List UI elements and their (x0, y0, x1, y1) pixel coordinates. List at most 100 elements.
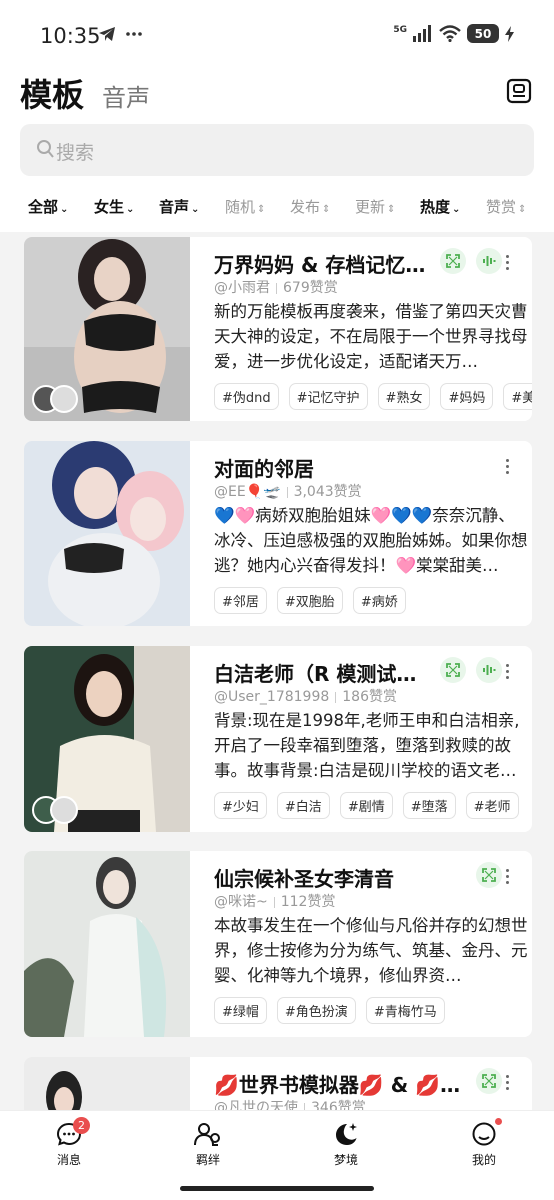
collaborator-avatars (32, 796, 78, 824)
search-placeholder: 搜索 (56, 142, 95, 164)
card-meta: @咪诺~ 112赞赏 (214, 891, 335, 911)
expand-badge[interactable] (476, 862, 502, 888)
filter-label: 热度 (420, 198, 451, 216)
tag[interactable]: #绿帽 (214, 997, 267, 1024)
tag[interactable]: #邻居 (214, 587, 267, 614)
author[interactable]: @User_1781998 (214, 689, 329, 705)
tag[interactable]: #美母 (503, 383, 532, 410)
sort-publish[interactable]: 发布 ⇕ (290, 196, 330, 217)
expand-badge[interactable] (440, 248, 466, 274)
likes: 679赞赏 (283, 280, 338, 296)
tag[interactable]: #堕落 (402, 792, 456, 819)
template-card[interactable]: 💋世界书模拟器💋 & 💋世… @凡世の天使 346赞赏 (24, 1057, 532, 1117)
template-card[interactable]: 白洁老师（R 模测试版… @User_1781998 186赞赏 背景:现在是19… (24, 646, 532, 832)
card-title: 💋世界书模拟器💋 & 💋世… (214, 1073, 474, 1097)
notification-dot (495, 1118, 502, 1125)
card-description: 💙🩷病娇双胞胎姐妹🩷💙💙奈奈沉静、冰冷、压迫感极强的双胞胎姊姊。如果你想逃？她内… (214, 506, 528, 575)
audio-wave-icon (483, 665, 496, 675)
expand-icon (482, 1074, 496, 1088)
template-manage-icon[interactable] (506, 78, 532, 104)
nav-messages[interactable]: 2 消息 (29, 1117, 109, 1168)
tag-list: #伪dnd #记忆守护 #熟女 #妈妈 #美母 (214, 383, 532, 410)
filter-label: 女生 (94, 198, 125, 216)
more-options-icon[interactable] (506, 255, 510, 271)
avatar (50, 796, 78, 824)
filter-label: 发布 (290, 198, 321, 216)
more-options-icon[interactable] (506, 869, 510, 885)
tag[interactable]: #角色扮演 (276, 997, 356, 1024)
card-thumbnail (24, 646, 190, 832)
tag[interactable]: #老师 (465, 792, 519, 819)
tag[interactable]: #病娇 (352, 587, 406, 614)
author[interactable]: @小雨君 (214, 280, 270, 296)
expand-badge[interactable] (476, 1068, 502, 1094)
card-meta: @User_1781998 186赞赏 (214, 686, 397, 706)
sort-icon: ⇕ (257, 204, 266, 215)
wifi-icon (439, 25, 461, 42)
author[interactable]: @EE🎈🛫 (214, 484, 281, 500)
more-options-icon[interactable] (506, 1075, 510, 1091)
tag[interactable]: #熟女 (377, 383, 431, 410)
card-body: 万界妈妈 & 存档记忆机… @小雨君 679赞赏 新的万能模板再度袭来，借鉴了第四… (190, 237, 532, 421)
template-card[interactable]: 对面的邻居 @EE🎈🛫 3,043赞赏 💙🩷病娇双胞胎姐妹🩷💙💙奈奈沉静、冰冷、压… (24, 441, 532, 626)
battery-icon: 50 (467, 24, 499, 43)
more-options-icon[interactable] (506, 459, 510, 475)
signal-icon (413, 25, 431, 42)
sort-icon: ⇕ (387, 204, 396, 215)
tag[interactable]: #伪dnd (214, 383, 279, 410)
expand-badge[interactable] (440, 657, 466, 683)
card-description: 本故事发生在一个修仙与凡俗并存的幻想世界，修士按修为分为练气、筑基、金丹、元婴、… (214, 916, 528, 985)
more-dots-icon (126, 32, 142, 36)
filter-audio[interactable]: 音声 ⌄ (159, 196, 199, 217)
search-input[interactable]: 搜索 (20, 124, 534, 176)
card-meta: @EE🎈🛫 3,043赞赏 (214, 481, 362, 501)
nav-dream[interactable]: 梦境 (306, 1121, 386, 1168)
telegram-icon (99, 27, 115, 41)
sort-reward[interactable]: 赞赏 ⇕ (486, 196, 526, 217)
divider (335, 691, 337, 703)
nav-bond[interactable]: 羁绊 (168, 1121, 248, 1168)
filter-gender[interactable]: 女生 ⌄ (94, 196, 134, 217)
audio-badge[interactable] (476, 657, 502, 683)
audio-badge[interactable] (476, 248, 502, 274)
chevron-down-icon: ⌄ (191, 204, 200, 215)
nav-me[interactable]: 我的 (444, 1118, 524, 1168)
likes: 3,043赞赏 (293, 484, 362, 500)
tag[interactable]: #白洁 (276, 792, 330, 819)
card-title: 白洁老师（R 模测试版… (214, 662, 436, 686)
tag[interactable]: #青梅竹马 (365, 997, 445, 1024)
author[interactable]: @咪诺~ (214, 894, 268, 910)
thumbnail-image (24, 441, 190, 626)
sort-hot[interactable]: 热度 ⌄ (420, 196, 460, 217)
status-right: 5G 50 (393, 24, 514, 43)
tag[interactable]: #双胞胎 (276, 587, 343, 614)
unread-badge: 2 (73, 1117, 90, 1134)
profile-icon (472, 1122, 496, 1146)
thumbnail-image (24, 851, 190, 1037)
tag[interactable]: #剧情 (339, 792, 393, 819)
card-thumbnail (24, 441, 190, 626)
likes: 112赞赏 (280, 894, 336, 910)
tab-audio[interactable]: 音声 (102, 78, 150, 113)
sort-random[interactable]: 随机 ⇕ (225, 196, 265, 217)
tag-list: #邻居 #双胞胎 #病娇 (214, 587, 406, 614)
filter-all[interactable]: 全部 ⌄ (28, 196, 68, 217)
home-indicator (180, 1186, 374, 1191)
card-body: 仙宗候补圣女李清音 @咪诺~ 112赞赏 本故事发生在一个修仙与凡俗并存的幻想世界… (190, 851, 532, 1037)
card-title: 仙宗候补圣女李清音 (214, 867, 394, 891)
top-area: 10:35 5G 50 模板 音声 搜索 全部 ⌄ 女生 ⌄ 音声 ⌄ 随机 ⇕… (0, 0, 554, 232)
card-thumbnail (24, 1057, 190, 1117)
sort-update[interactable]: 更新 ⇕ (355, 196, 395, 217)
card-thumbnail (24, 851, 190, 1037)
card-description: 新的万能模板再度袭来，借鉴了第四天灾曹天大神的设定，不在局限于一个世界寻找母爱，… (214, 302, 528, 371)
status-bar: 10:35 5G 50 (0, 0, 554, 72)
more-options-icon[interactable] (506, 664, 510, 680)
tag[interactable]: #少妇 (214, 792, 267, 819)
thumbnail-image (24, 1057, 190, 1117)
tag[interactable]: #妈妈 (440, 383, 494, 410)
template-card[interactable]: 万界妈妈 & 存档记忆机… @小雨君 679赞赏 新的万能模板再度袭来，借鉴了第四… (24, 237, 532, 421)
template-card[interactable]: 仙宗候补圣女李清音 @咪诺~ 112赞赏 本故事发生在一个修仙与凡俗并存的幻想世界… (24, 851, 532, 1037)
charging-icon (505, 25, 514, 42)
card-description: 背景:现在是1998年,老师王申和白洁相亲,开启了一段幸福到堕落，堕落到救赎的故… (214, 711, 520, 780)
tag[interactable]: #记忆守护 (288, 383, 368, 410)
